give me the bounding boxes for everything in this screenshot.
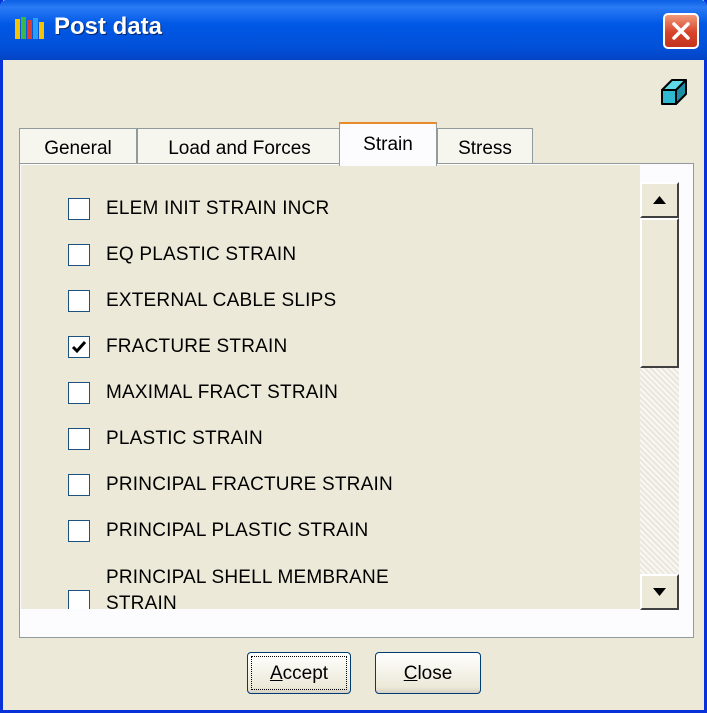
accept-button[interactable]: Accept [247, 652, 351, 694]
close-icon [672, 22, 690, 40]
list-item[interactable]: ELEM INIT STRAIN INCR [68, 195, 329, 223]
scroll-thumb[interactable] [640, 218, 679, 368]
checkbox[interactable] [68, 244, 90, 266]
scroll-down-button[interactable] [640, 574, 679, 610]
checkbox[interactable] [68, 428, 90, 450]
list-item[interactable]: EQ PLASTIC STRAIN [68, 241, 296, 269]
checkbox[interactable] [68, 290, 90, 312]
eraser-icon[interactable] [658, 76, 690, 110]
tab-load-and-forces[interactable]: Load and Forces [137, 128, 342, 164]
tab-general[interactable]: General [19, 128, 137, 164]
list-item[interactable]: PLASTIC STRAIN [68, 425, 263, 453]
tab-stress[interactable]: Stress [437, 128, 533, 164]
checkbox[interactable] [68, 520, 90, 542]
app-logo-icon [15, 17, 44, 39]
close-button[interactable]: Close [375, 652, 481, 694]
list-item[interactable]: PRINCIPAL FRACTURE STRAIN [68, 471, 393, 499]
list-item[interactable]: MAXIMAL FRACT STRAIN [68, 379, 338, 407]
arrow-up-icon [653, 196, 666, 204]
list-item[interactable]: PRINCIPAL SHELL MEMBRANE STRAIN [68, 567, 446, 609]
checkbox[interactable] [68, 474, 90, 496]
window-title: Post data [54, 13, 163, 40]
checkbox[interactable] [68, 590, 90, 609]
strain-checkbox-list: ELEM INIT STRAIN INCR EQ PLASTIC STRAIN … [21, 165, 640, 609]
list-item[interactable]: EXTERNAL CABLE SLIPS [68, 287, 336, 315]
post-data-dialog: Post data General Load and Forces Strain… [0, 0, 707, 713]
close-window-button[interactable] [663, 13, 699, 49]
scroll-up-button[interactable] [640, 182, 679, 218]
checkbox-checked[interactable] [68, 336, 90, 358]
title-bar[interactable]: Post data [0, 0, 707, 60]
list-item[interactable]: FRACTURE STRAIN [68, 333, 287, 361]
checkbox[interactable] [68, 382, 90, 404]
tab-strain[interactable]: Strain [339, 122, 437, 166]
checkbox[interactable] [68, 198, 90, 220]
list-item[interactable]: PRINCIPAL PLASTIC STRAIN [68, 517, 368, 545]
vertical-scrollbar[interactable] [640, 182, 679, 610]
arrow-down-icon [653, 588, 666, 596]
checkmark-icon [71, 341, 87, 354]
